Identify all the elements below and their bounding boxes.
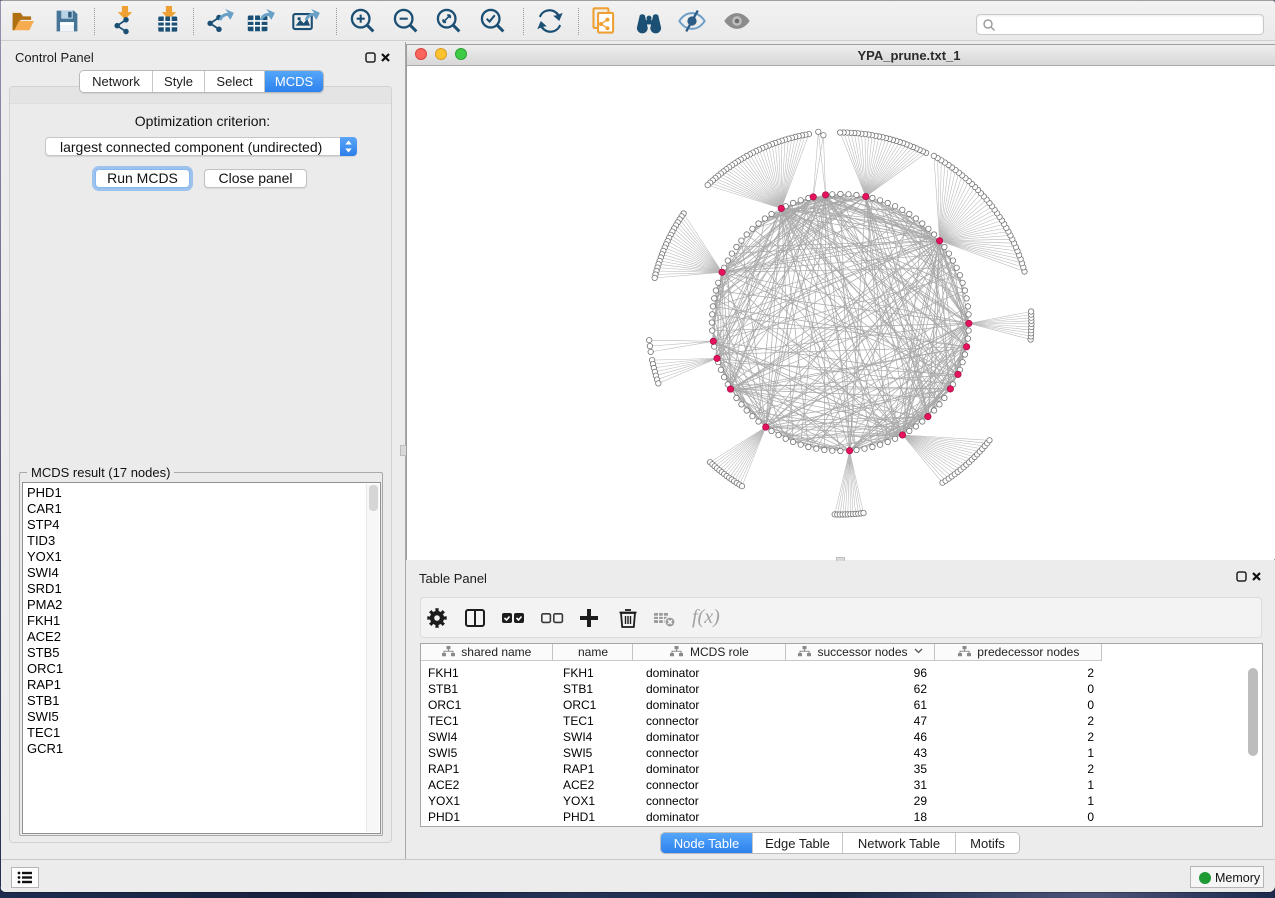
svg-text:f(x): f(x) (692, 606, 720, 628)
